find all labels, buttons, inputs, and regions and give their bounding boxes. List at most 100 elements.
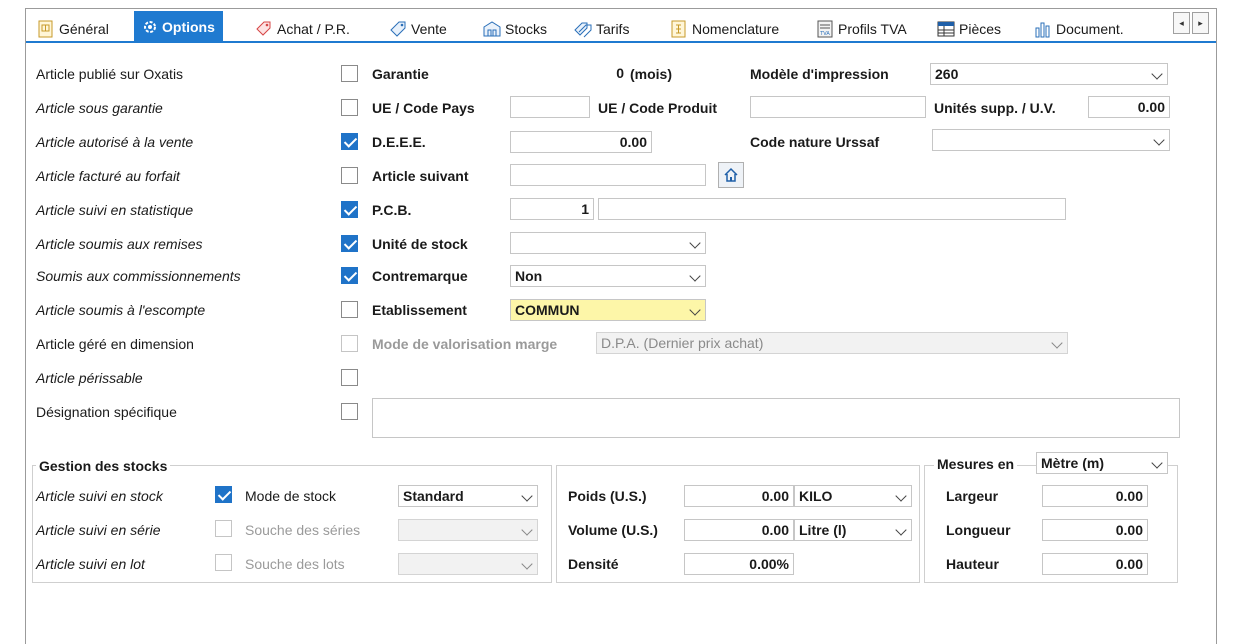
tab-label: Vente (411, 21, 447, 37)
largeur-label: Largeur (946, 488, 999, 504)
tab-stocks[interactable]: Stocks (480, 15, 550, 43)
tab-label: Achat / P.R. (277, 21, 350, 37)
checkbox-suivi-lot[interactable] (215, 554, 232, 571)
checkbox-remises[interactable] (341, 235, 358, 252)
tab-bar: Général Options Achat / P.R. Vente Stock… (26, 9, 1216, 43)
option-label-dimension: Article géré en dimension (36, 336, 194, 352)
etablissement-select[interactable]: COMMUN (510, 299, 706, 321)
tab-label: Pièces (959, 21, 1002, 37)
tab-options[interactable]: Options (134, 11, 223, 43)
option-label-statistique: Article suivi en statistique (36, 202, 194, 218)
tab-label: Document. (1056, 21, 1124, 37)
longueur-input[interactable]: 0.00 (1042, 519, 1148, 541)
tab-label: Stocks (505, 21, 548, 37)
souche-lots-select[interactable] (398, 553, 538, 575)
article-suivant-input[interactable] (510, 164, 706, 186)
ue-code-pays-label: UE / Code Pays (372, 100, 475, 116)
hauteur-input[interactable]: 0.00 (1042, 553, 1148, 575)
ue-code-pays-input[interactable] (510, 96, 590, 118)
mode-stock-select[interactable]: Standard (398, 485, 538, 507)
arrow-left-icon: ◂ (1179, 17, 1184, 28)
chevron-down-icon (521, 524, 533, 536)
tab-achat[interactable]: Achat / P.R. (252, 15, 353, 43)
etablissement-label: Etablissement (372, 302, 467, 318)
tab-nomenclature[interactable]: Nomenclature (667, 15, 782, 43)
chevron-down-icon (1153, 134, 1165, 146)
ue-code-produit-input[interactable] (750, 96, 926, 118)
mode-stock-label: Mode de stock (245, 488, 337, 504)
modele-impression-select[interactable]: 260 (930, 63, 1168, 85)
tab-document[interactable]: Document. (1031, 15, 1127, 43)
largeur-input[interactable]: 0.00 (1042, 485, 1148, 507)
option-label-forfait: Article facturé au forfait (36, 168, 180, 184)
table-icon (937, 21, 955, 37)
checkbox-autorise-vente[interactable] (341, 133, 358, 150)
poids-input[interactable]: 0.00 (684, 485, 794, 507)
checkbox-dimension[interactable] (341, 335, 358, 352)
tab-scroll-left-button[interactable]: ◂ (1173, 12, 1190, 34)
warehouse-icon (483, 21, 501, 37)
select-value: 260 (935, 66, 959, 82)
tab-vente[interactable]: Vente (386, 15, 450, 43)
tab-scroll-right-button[interactable]: ▸ (1192, 12, 1209, 34)
checkbox-suivi-serie[interactable] (215, 520, 232, 537)
densite-input[interactable]: 0.00% (684, 553, 794, 575)
select-value: Mètre (m) (1041, 455, 1105, 471)
gestion-stocks-title: Gestion des stocks (36, 457, 171, 475)
tab-general[interactable]: Général (34, 15, 112, 43)
checkbox-suivi-stock[interactable] (215, 486, 232, 503)
longueur-label: Longueur (946, 522, 1011, 538)
souche-series-select[interactable] (398, 519, 538, 541)
deee-input[interactable]: 0.00 (510, 131, 652, 153)
code-nature-urssaf-select[interactable] (932, 129, 1170, 151)
checkbox-commissionnements[interactable] (341, 267, 358, 284)
article-suivant-label: Article suivant (372, 168, 469, 184)
option-label-garantie: Article sous garantie (36, 100, 163, 116)
unites-supp-label: Unités supp. / U.V. (934, 100, 1056, 116)
volume-unit-select[interactable]: Litre (l) (794, 519, 912, 541)
checkbox-escompte[interactable] (341, 301, 358, 318)
option-label-oxatis: Article publié sur Oxatis (36, 66, 184, 82)
chevron-down-icon (1151, 68, 1163, 80)
checkbox-oxatis[interactable] (341, 65, 358, 82)
garantie-unit: (mois) (630, 66, 672, 82)
poids-label: Poids (U.S.) (568, 488, 647, 504)
unite-stock-select[interactable] (510, 232, 706, 254)
unites-supp-input[interactable]: 0.00 (1088, 96, 1170, 118)
poids-unit-select[interactable]: KILO (794, 485, 912, 507)
option-label-designation: Désignation spécifique (36, 404, 177, 420)
tab-pieces[interactable]: Pièces (934, 15, 1004, 43)
contremarque-label: Contremarque (372, 268, 468, 284)
tab-label: Profils TVA (838, 21, 907, 37)
option-label-vente: Article autorisé à la vente (36, 134, 194, 150)
code-nature-urssaf-label: Code nature Urssaf (750, 134, 880, 150)
garantie-label: Garantie (372, 66, 429, 82)
article-suivant-lookup-button[interactable] (718, 162, 744, 188)
serie-row-label: Article suivi en série (36, 522, 161, 538)
select-value: COMMUN (515, 302, 580, 318)
pcb-extra-input[interactable] (598, 198, 1066, 220)
checkbox-designation[interactable] (341, 403, 358, 420)
arrow-right-icon: ▸ (1198, 17, 1203, 28)
option-label-escompte: Article soumis à l'escompte (36, 302, 206, 318)
valorisation-marge-select[interactable]: D.P.A. (Dernier prix achat) (596, 332, 1068, 354)
contremarque-select[interactable]: Non (510, 265, 706, 287)
checkbox-forfait[interactable] (341, 167, 358, 184)
mesures-unit-select[interactable]: Mètre (m) (1036, 452, 1168, 474)
chevron-down-icon (895, 524, 907, 536)
tab-label: Général (59, 21, 109, 37)
tab-tarifs[interactable]: Tarifs (571, 15, 632, 43)
chevron-down-icon (689, 237, 701, 249)
checkbox-perissable[interactable] (341, 369, 358, 386)
tags-icon (574, 22, 592, 38)
ue-code-produit-label: UE / Code Produit (598, 100, 717, 116)
price-tag-icon (390, 21, 406, 37)
checkbox-sous-garantie[interactable] (341, 99, 358, 116)
volume-input[interactable]: 0.00 (684, 519, 794, 541)
garantie-input[interactable]: 0 (510, 63, 628, 85)
tab-profils-tva[interactable]: TVA Profils TVA (813, 15, 910, 43)
pcb-input[interactable]: 1 (510, 198, 594, 220)
designation-specifique-textarea[interactable] (372, 398, 1180, 438)
bar-chart-icon (1035, 22, 1050, 38)
checkbox-statistique[interactable] (341, 201, 358, 218)
